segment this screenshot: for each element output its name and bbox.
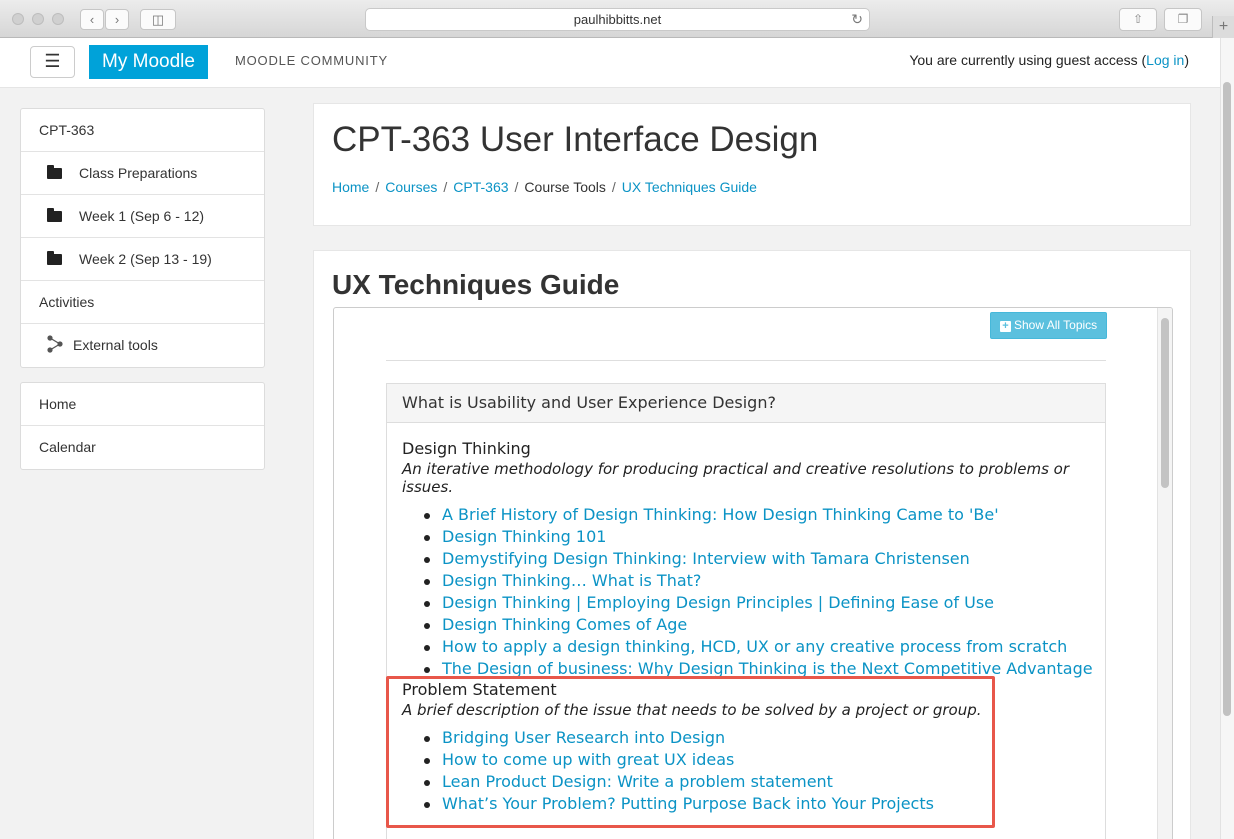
resource-link-list: A Brief History of Design Thinking: How … bbox=[402, 504, 1105, 680]
resource-link[interactable]: How to apply a design thinking, HCD, UX … bbox=[442, 637, 1067, 656]
list-item: Demystifying Design Thinking: Interview … bbox=[402, 548, 1105, 570]
back-button[interactable]: ‹ bbox=[80, 9, 104, 30]
login-link[interactable]: Log in bbox=[1146, 52, 1184, 68]
resource-link[interactable]: A Brief History of Design Thinking: How … bbox=[442, 505, 999, 524]
resource-link[interactable]: Design Thinking 101 bbox=[442, 527, 606, 546]
zoom-window-button[interactable] bbox=[52, 13, 64, 25]
section-title: Design Thinking bbox=[402, 439, 531, 458]
breadcrumb-separator: / bbox=[611, 179, 616, 195]
sidebar-item-cpt-363[interactable]: CPT-363 bbox=[21, 109, 264, 152]
sidebar-item-home[interactable]: Home bbox=[21, 383, 264, 426]
breadcrumb-courses[interactable]: Courses bbox=[385, 179, 437, 195]
share-button[interactable]: ⇧ bbox=[1119, 8, 1157, 31]
share-icon: ⇧ bbox=[1132, 12, 1144, 26]
folder-icon bbox=[47, 165, 62, 179]
guest-access-notice: You are currently using guest access (Lo… bbox=[909, 52, 1189, 68]
breadcrumb-separator: / bbox=[514, 179, 519, 195]
list-item: Design Thinking… What is That? bbox=[402, 570, 1105, 592]
list-item: How to apply a design thinking, HCD, UX … bbox=[402, 636, 1105, 658]
tabs-button[interactable]: ❐ bbox=[1164, 8, 1202, 31]
list-item: Design Thinking | Employing Design Princ… bbox=[402, 592, 1105, 614]
sidebar-item-activities[interactable]: Activities bbox=[21, 281, 264, 324]
list-item: Design Thinking Comes of Age bbox=[402, 614, 1105, 636]
browser-toolbar: ‹ › ◫ paulhibbitts.net ↻ ⇧ ❐ + bbox=[0, 0, 1234, 38]
show-all-label: Show All Topics bbox=[1014, 318, 1098, 332]
breadcrumb-separator: / bbox=[375, 179, 380, 195]
close-window-button[interactable] bbox=[12, 13, 24, 25]
minimize-window-button[interactable] bbox=[32, 13, 44, 25]
resource-link[interactable]: Design Thinking… What is That? bbox=[442, 571, 701, 590]
moodle-community-link[interactable]: MOODLE COMMUNITY bbox=[235, 53, 388, 68]
sidebar-item-week-2[interactable]: Week 2 (Sep 13 - 19) bbox=[21, 238, 264, 281]
breadcrumb-ux-techniques-guide[interactable]: UX Techniques Guide bbox=[622, 179, 757, 195]
page-title: CPT-363 User Interface Design bbox=[332, 120, 819, 159]
panel-heading[interactable]: What is Usability and User Experience De… bbox=[387, 384, 1105, 423]
divider bbox=[386, 360, 1106, 361]
sidebar-toggle-button[interactable]: ◫ bbox=[140, 9, 176, 30]
reload-icon[interactable]: ↻ bbox=[851, 9, 863, 30]
address-bar[interactable]: paulhibbitts.net ↻ bbox=[365, 8, 870, 31]
links-block: Home Calendar bbox=[20, 382, 265, 470]
sidebar-item-label: Week 2 (Sep 13 - 19) bbox=[79, 251, 212, 267]
highlight-annotation-box bbox=[386, 676, 995, 828]
sidebar-item-label: Calendar bbox=[39, 439, 96, 455]
folder-icon bbox=[47, 251, 62, 265]
course-header-card: CPT-363 User Interface Design Home / Cours… bbox=[313, 103, 1191, 226]
my-moodle-logo[interactable]: My Moodle bbox=[89, 45, 208, 79]
breadcrumb-cpt-363[interactable]: CPT-363 bbox=[453, 179, 508, 195]
resource-link[interactable]: Design Thinking | Employing Design Princ… bbox=[442, 593, 994, 612]
forward-button[interactable]: › bbox=[105, 9, 129, 30]
resource-link[interactable]: Design Thinking Comes of Age bbox=[442, 615, 687, 634]
sidebar-item-label: Activities bbox=[39, 294, 95, 310]
topic-section-design-thinking: Design Thinking An iterative methodology… bbox=[402, 439, 1105, 680]
sidebar-item-class-preparations[interactable]: Class Preparations bbox=[21, 152, 264, 195]
new-tab-button[interactable]: + bbox=[1212, 16, 1234, 38]
navigation-block: CPT-363 Class Preparations Week 1 (Sep 6… bbox=[20, 108, 265, 368]
list-item: A Brief History of Design Thinking: How … bbox=[402, 504, 1105, 526]
list-item: Design Thinking 101 bbox=[402, 526, 1105, 548]
nav-drawer-button[interactable]: ☰ bbox=[30, 46, 75, 78]
plus-square-icon: + bbox=[1000, 321, 1011, 332]
plus-icon: + bbox=[1218, 18, 1229, 35]
frame-scrollbar-thumb[interactable] bbox=[1161, 318, 1169, 488]
guest-text: You are currently using guest access ( bbox=[909, 52, 1147, 68]
sidebar-item-label: CPT-363 bbox=[39, 122, 95, 138]
hamburger-icon: ☰ bbox=[44, 51, 61, 71]
breadcrumb-home[interactable]: Home bbox=[332, 179, 369, 195]
guest-close-paren: ) bbox=[1184, 52, 1189, 68]
sidebar-item-label: Week 1 (Sep 6 - 12) bbox=[79, 208, 205, 224]
site-header: ☰ My Moodle MOODLE COMMUNITY You are cur… bbox=[0, 38, 1220, 88]
tabs-icon: ❐ bbox=[1177, 12, 1189, 26]
url-text: paulhibbitts.net bbox=[573, 12, 662, 27]
external-tools-icon bbox=[47, 335, 63, 353]
sidebar-item-label: Class Preparations bbox=[79, 165, 198, 181]
section-description: An iterative methodology for producing p… bbox=[402, 460, 1070, 496]
folder-icon bbox=[47, 208, 62, 222]
sidebar-icon: ◫ bbox=[151, 12, 165, 27]
frame-scrollbar[interactable] bbox=[1157, 308, 1172, 839]
sidebar-item-calendar[interactable]: Calendar bbox=[21, 426, 264, 469]
chevron-right-icon: › bbox=[114, 12, 120, 27]
sidebar-item-week-1[interactable]: Week 1 (Sep 6 - 12) bbox=[21, 195, 264, 238]
page-scrollbar-thumb[interactable] bbox=[1223, 82, 1231, 716]
sidebar-item-label: External tools bbox=[73, 337, 158, 353]
breadcrumb: Home / Courses / CPT-363 / Course Tools / UX Tec… bbox=[332, 179, 757, 195]
breadcrumb-separator: / bbox=[443, 179, 448, 195]
show-all-topics-button[interactable]: + Show All Topics bbox=[990, 312, 1108, 339]
breadcrumb-course-tools: Course Tools bbox=[524, 179, 606, 195]
guide-title: UX Techniques Guide bbox=[332, 269, 620, 300]
sidebar-item-external-tools[interactable]: External tools bbox=[21, 324, 264, 367]
page-scrollbar[interactable] bbox=[1220, 38, 1234, 839]
chevron-left-icon: ‹ bbox=[89, 12, 95, 27]
resource-link[interactable]: Demystifying Design Thinking: Interview … bbox=[442, 549, 970, 568]
sidebar-item-label: Home bbox=[39, 396, 77, 412]
